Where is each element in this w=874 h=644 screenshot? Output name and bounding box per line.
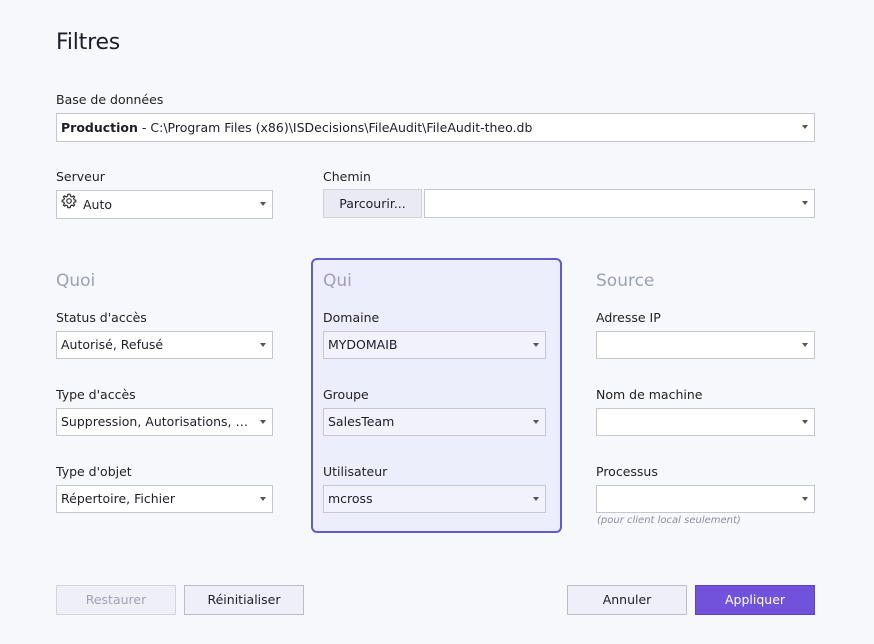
chevron-down-icon — [260, 343, 266, 347]
path-label: Chemin — [323, 169, 371, 184]
object-type-label: Type d'objet — [56, 464, 132, 479]
ip-label: Adresse IP — [596, 310, 661, 325]
chevron-down-icon — [533, 420, 539, 424]
section-title-source: Source — [596, 271, 655, 291]
path-select[interactable] — [424, 189, 815, 218]
chevron-down-icon — [802, 497, 808, 501]
access-type-select[interactable]: Suppression, Autorisations, Ecriture — [56, 408, 273, 436]
group-value: SalesTeam — [328, 414, 395, 429]
machine-label: Nom de machine — [596, 387, 703, 402]
object-type-value: Répertoire, Fichier — [61, 491, 175, 506]
user-select[interactable]: mcross — [323, 485, 546, 513]
apply-button[interactable]: Appliquer — [695, 585, 815, 615]
group-select[interactable]: SalesTeam — [323, 408, 546, 436]
reset-button[interactable]: Réinitialiser — [184, 585, 304, 615]
user-label: Utilisateur — [323, 464, 388, 479]
access-status-label: Status d'accès — [56, 310, 147, 325]
page-title: Filtres — [56, 30, 121, 55]
access-type-value: Suppression, Autorisations, Ecriture — [61, 414, 273, 429]
server-select[interactable]: Auto — [56, 190, 273, 219]
chevron-down-icon — [533, 497, 539, 501]
access-type-label: Type d'accès — [56, 387, 136, 402]
ip-select[interactable] — [596, 331, 815, 359]
cancel-button[interactable]: Annuler — [567, 585, 687, 615]
domain-label: Domaine — [323, 310, 380, 325]
chevron-down-icon — [802, 420, 808, 424]
domain-value: MYDOMAIB — [328, 337, 398, 352]
restore-button[interactable]: Restaurer — [56, 585, 176, 615]
chevron-down-icon — [260, 497, 266, 501]
server-value: Auto — [83, 197, 113, 212]
access-status-value: Autorisé, Refusé — [61, 337, 164, 352]
process-label: Processus — [596, 464, 658, 479]
chevron-down-icon — [260, 202, 266, 206]
chevron-down-icon — [802, 125, 808, 129]
database-select[interactable]: Production - C:\Program Files (x86)\ISDe… — [56, 113, 815, 142]
process-hint: (pour client local seulement) — [597, 515, 741, 526]
database-name: Production — [61, 120, 138, 135]
domain-select[interactable]: MYDOMAIB — [323, 331, 546, 359]
chevron-down-icon — [802, 343, 808, 347]
group-label: Groupe — [323, 387, 369, 402]
access-status-select[interactable]: Autorisé, Refusé — [56, 331, 273, 359]
process-select[interactable] — [596, 485, 815, 513]
section-title-qui: Qui — [323, 271, 352, 291]
chevron-down-icon — [533, 343, 539, 347]
database-label: Base de données — [56, 92, 164, 107]
user-value: mcross — [328, 491, 373, 506]
object-type-select[interactable]: Répertoire, Fichier — [56, 485, 273, 513]
browse-button[interactable]: Parcourir... — [323, 189, 422, 218]
chevron-down-icon — [260, 420, 266, 424]
section-title-quoi: Quoi — [56, 271, 96, 291]
database-separator: - — [137, 120, 151, 135]
gear-icon — [61, 191, 77, 218]
database-path: C:\Program Files (x86)\ISDecisions\FileA… — [150, 120, 533, 135]
chevron-down-icon — [802, 201, 808, 205]
server-label: Serveur — [56, 169, 105, 184]
machine-select[interactable] — [596, 408, 815, 436]
